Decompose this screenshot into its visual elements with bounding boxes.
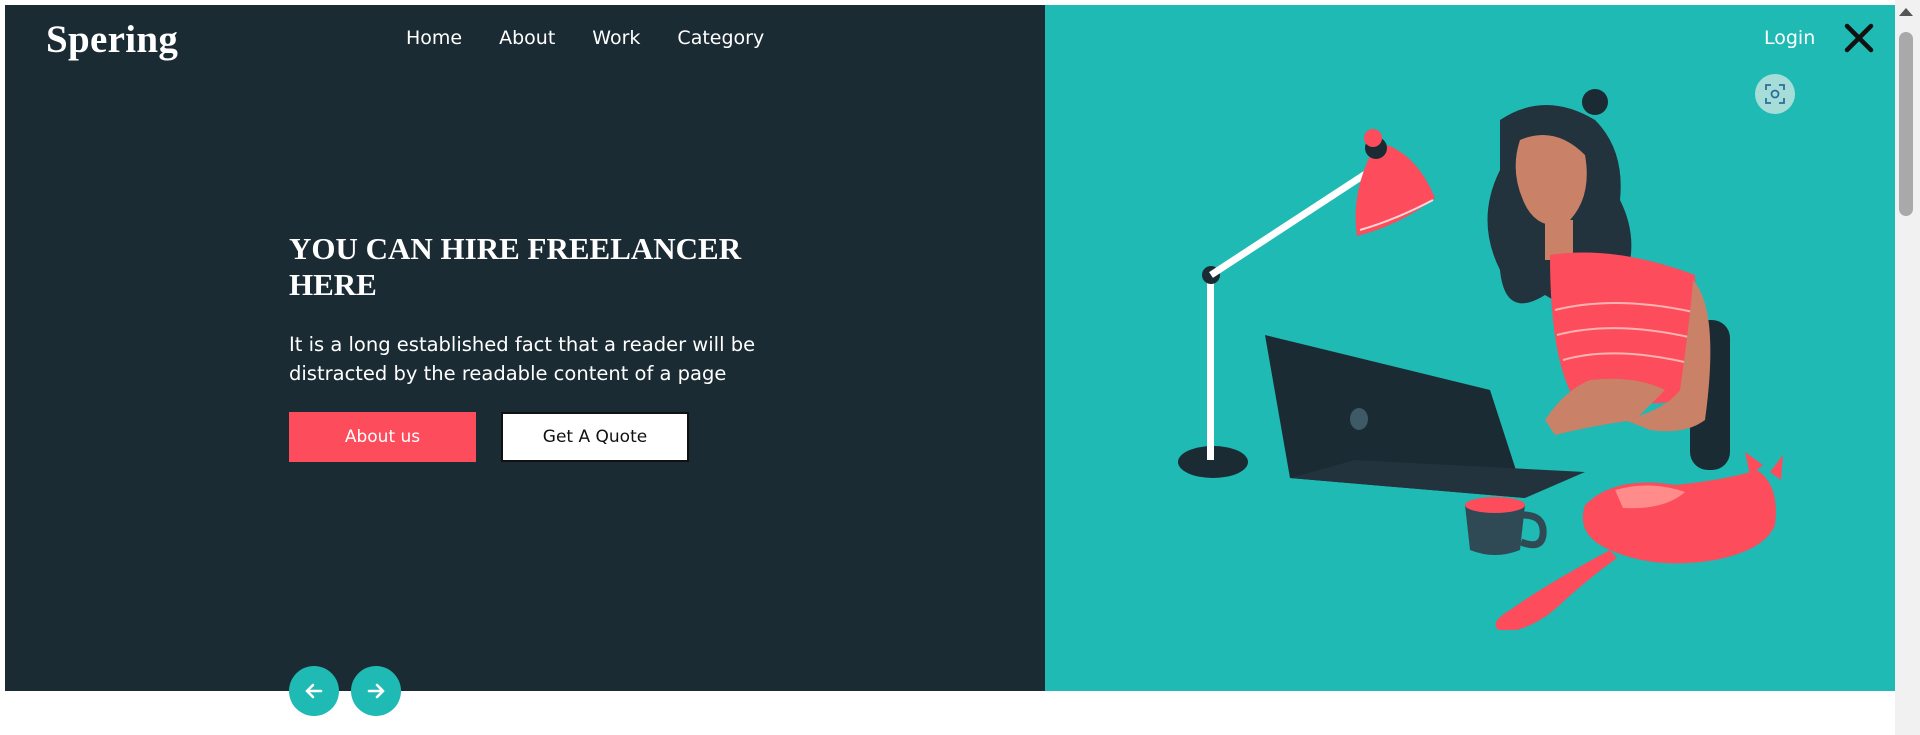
hero-headline: YOU CAN HIRE FREELANCER HERE bbox=[289, 231, 742, 302]
hero-illustration bbox=[1145, 80, 1785, 634]
get-a-quote-button[interactable]: Get A Quote bbox=[501, 412, 689, 462]
scroll-up-arrow-icon[interactable] bbox=[1899, 8, 1913, 16]
arrow-left-icon[interactable] bbox=[289, 666, 339, 716]
main-nav: Home About Work Category bbox=[406, 25, 801, 51]
nav-work[interactable]: Work bbox=[592, 25, 640, 51]
scrollbar-thumb[interactable] bbox=[1899, 32, 1913, 216]
close-icon[interactable] bbox=[1841, 20, 1877, 56]
arrow-right-icon[interactable] bbox=[351, 666, 401, 716]
nav-category[interactable]: Category bbox=[677, 25, 764, 51]
hero-section: Spering Home About Work Category Login Y… bbox=[5, 5, 1895, 716]
nav-about[interactable]: About bbox=[499, 25, 555, 51]
about-us-button[interactable]: About us bbox=[289, 412, 476, 462]
hero-description: It is a long established fact that a rea… bbox=[289, 333, 756, 385]
site-logo[interactable]: Spering bbox=[46, 17, 178, 62]
login-link[interactable]: Login bbox=[1764, 25, 1815, 51]
nav-home[interactable]: Home bbox=[406, 25, 462, 51]
